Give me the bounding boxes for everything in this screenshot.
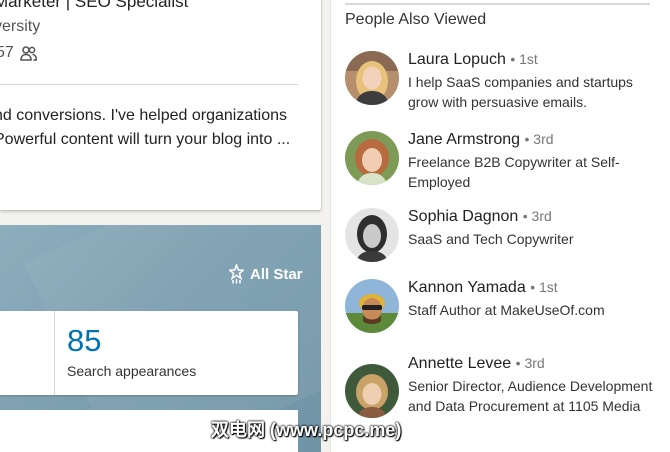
stats-card: 85 Search appearances: [0, 311, 298, 395]
person-name[interactable]: Sophia Dagnon • 3rd: [408, 208, 552, 226]
connections-count: 57: [0, 44, 14, 61]
person-item[interactable]: Kannon Yamada • 1st Staff Author at Make…: [345, 279, 665, 339]
stats-separator: [54, 311, 55, 395]
person-name-text: Jane Armstrong: [408, 131, 521, 148]
person-item[interactable]: Jane Armstrong • 3rd Freelance B2B Copyw…: [345, 131, 665, 191]
panel-divider: [345, 3, 650, 5]
all-star-label: All Star: [250, 265, 303, 283]
profile-connections[interactable]: 57: [0, 44, 37, 62]
profile-summary[interactable]: nd conversions. I've helped organization…: [0, 104, 304, 152]
person-title: SaaS and Tech Copywriter: [408, 231, 574, 247]
connection-degree: • 1st: [530, 279, 558, 295]
profile-school[interactable]: versity: [0, 18, 40, 36]
person-title: I help SaaS companies and startups grow …: [408, 74, 633, 110]
connection-degree: • 3rd: [524, 131, 554, 147]
avatar[interactable]: [345, 364, 399, 418]
person-name[interactable]: Kannon Yamada • 1st: [408, 279, 558, 297]
person-name[interactable]: Annette Levee • 3rd: [408, 355, 545, 373]
connection-degree: • 3rd: [522, 208, 552, 224]
connection-degree: • 3rd: [515, 355, 545, 371]
avatar[interactable]: [345, 279, 399, 333]
avatar[interactable]: [345, 208, 399, 262]
person-title: Freelance B2B Copywriter at Self-Employe…: [408, 154, 620, 190]
summary-line: Powerful content will turn your blog int…: [0, 131, 291, 148]
search-appearances-count[interactable]: 85: [67, 323, 101, 359]
profile-card: Marketer | SEO Specialist versity 57 nd …: [0, 0, 321, 210]
star-icon: [229, 264, 244, 284]
avatar[interactable]: [345, 51, 399, 105]
person-name-text: Sophia Dagnon: [408, 208, 519, 225]
person-item[interactable]: Laura Lopuch • 1st I help SaaS companies…: [345, 51, 665, 111]
person-name-text: Annette Levee: [408, 355, 512, 372]
people-icon: [19, 45, 37, 61]
panel-title: People Also Viewed: [345, 11, 487, 28]
person-name-text: Laura Lopuch: [408, 51, 506, 68]
all-star-badge[interactable]: All Star: [229, 264, 303, 284]
watermark: 双电网 (www.pcpc.me): [211, 420, 402, 440]
person-item[interactable]: Sophia Dagnon • 3rd SaaS and Tech Copywr…: [345, 208, 665, 268]
person-name[interactable]: Laura Lopuch • 1st: [408, 51, 538, 69]
summary-line: nd conversions. I've helped organization…: [0, 107, 288, 124]
person-name[interactable]: Jane Armstrong • 3rd: [408, 131, 554, 149]
person-title: Senior Director, Audience Development an…: [408, 378, 653, 414]
person-title: Staff Author at MakeUseOf.com: [408, 302, 605, 318]
search-appearances-label[interactable]: Search appearances: [67, 363, 196, 379]
profile-headline: Marketer | SEO Specialist: [0, 0, 189, 11]
avatar[interactable]: [345, 131, 399, 185]
profile-divider: [0, 84, 298, 85]
connection-degree: • 1st: [510, 51, 538, 67]
people-also-viewed-panel: People Also Viewed Laura Lopuch • 1st I …: [331, 0, 670, 452]
person-name-text: Kannon Yamada: [408, 279, 526, 296]
